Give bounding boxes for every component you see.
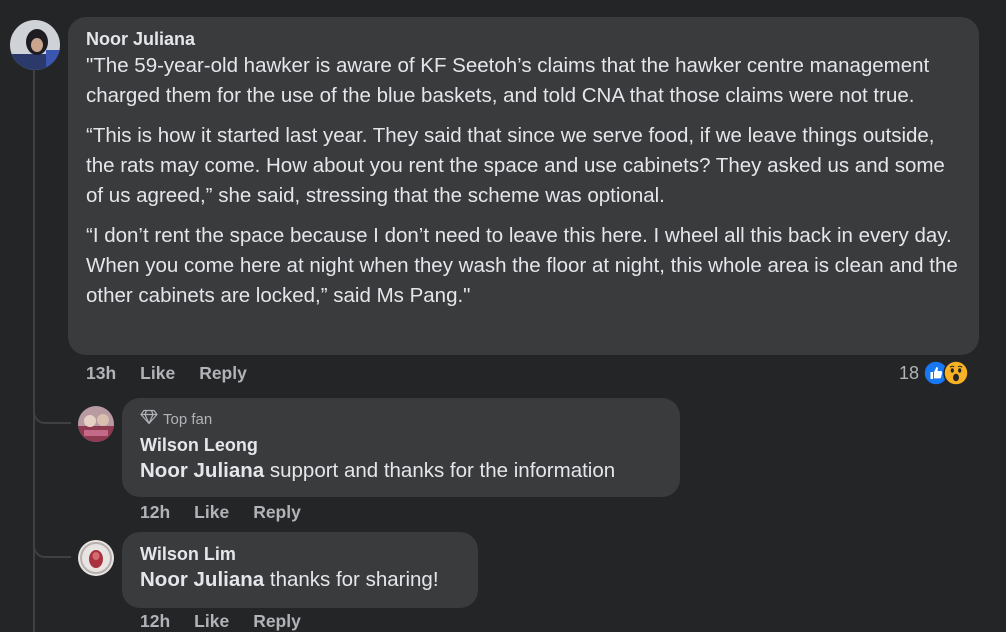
reply-timestamp[interactable]: 12h <box>140 611 170 632</box>
comment-author[interactable]: Noor Juliana <box>86 28 961 50</box>
reply-actions: 12h Like Reply <box>140 611 301 632</box>
avatar-image <box>78 406 114 442</box>
reply-author[interactable]: Wilson Lim <box>140 543 460 565</box>
top-fan-label: Top fan <box>163 410 213 428</box>
reply-body: Noor Juliana thanks for sharing! <box>140 565 460 595</box>
comment-paragraph: “This is how it started last year. They … <box>86 124 945 207</box>
comment-actions: 13h Like Reply <box>86 363 247 384</box>
wow-reaction-icon <box>943 360 969 386</box>
comment-paragraph: "The 59-year-old hawker is aware of KF S… <box>86 54 930 107</box>
comment-body: "The 59-year-old hawker is aware of KF S… <box>86 51 961 311</box>
reply-text: thanks for sharing! <box>264 568 439 591</box>
reply-bubble: Top fan Wilson Leong Noor Juliana suppor… <box>122 398 680 497</box>
avatar-image <box>10 20 60 70</box>
like-button[interactable]: Like <box>140 363 175 384</box>
like-button[interactable]: Like <box>194 502 229 523</box>
avatar-noor-juliana[interactable] <box>10 20 60 70</box>
avatar-wilson-leong[interactable] <box>78 406 114 442</box>
reply-timestamp[interactable]: 12h <box>140 502 170 523</box>
reply-text: support and thanks for the information <box>264 459 616 482</box>
comment-paragraph: “I don’t rent the space because I don’t … <box>86 224 958 307</box>
reply-button[interactable]: Reply <box>199 363 247 384</box>
reply-actions: 12h Like Reply <box>140 502 301 523</box>
reply-button[interactable]: Reply <box>253 502 301 523</box>
reply-button[interactable]: Reply <box>253 611 301 632</box>
comment-timestamp[interactable]: 13h <box>86 363 116 384</box>
reply-connector <box>33 408 71 424</box>
like-button[interactable]: Like <box>194 611 229 632</box>
avatar-wilson-lim[interactable] <box>78 540 114 576</box>
reply-body: Noor Juliana support and thanks for the … <box>140 456 662 486</box>
reply-connector <box>33 542 71 558</box>
diamond-icon <box>140 409 158 429</box>
top-fan-badge: Top fan <box>140 409 662 429</box>
reply-bubble: Wilson Lim Noor Juliana thanks for shari… <box>122 532 478 608</box>
comment-thread: Noor Juliana "The 59-year-old hawker is … <box>0 0 1006 632</box>
mention-link[interactable]: Noor Juliana <box>140 459 264 482</box>
avatar-image <box>78 540 114 576</box>
reply-author[interactable]: Wilson Leong <box>140 434 662 456</box>
reaction-count: 18 <box>899 362 920 383</box>
reaction-summary[interactable]: 18 <box>899 360 969 386</box>
comment-bubble: Noor Juliana "The 59-year-old hawker is … <box>68 17 979 355</box>
mention-link[interactable]: Noor Juliana <box>140 568 264 591</box>
